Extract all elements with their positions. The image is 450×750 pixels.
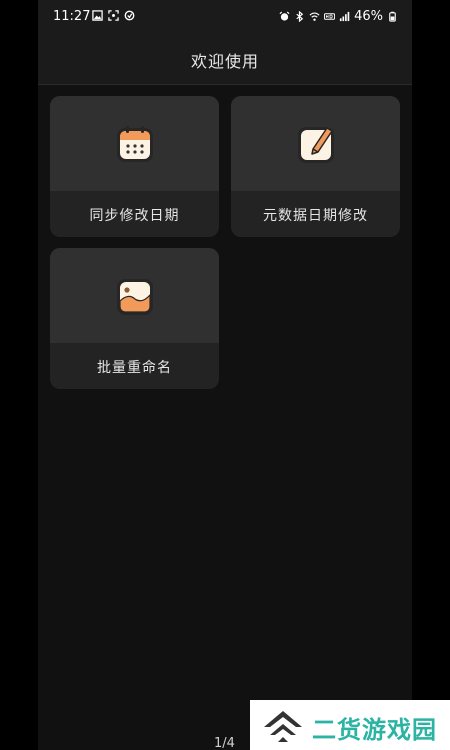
photo-icon bbox=[114, 275, 156, 317]
watermark-logo-icon bbox=[260, 705, 306, 745]
screenshot-icon bbox=[108, 10, 119, 21]
card-label: 元数据日期修改 bbox=[263, 208, 368, 224]
status-left-icons bbox=[92, 10, 135, 21]
page-indicator: 1/4 bbox=[214, 736, 235, 750]
status-bar: 11:27 46% bbox=[38, 0, 412, 34]
page-title: 欢迎使用 bbox=[190, 52, 259, 71]
app-bar: 欢迎使用 bbox=[38, 34, 412, 85]
vpn-icon bbox=[124, 10, 135, 21]
card-label: 同步修改日期 bbox=[89, 208, 180, 224]
signal-icon bbox=[339, 11, 350, 22]
status-right: 46% bbox=[279, 9, 398, 24]
watermark-text: 二货游戏园 bbox=[312, 716, 437, 744]
card-icon-area bbox=[50, 248, 219, 343]
image-icon bbox=[92, 10, 103, 21]
bluetooth-icon bbox=[294, 11, 305, 22]
metadata-date-modify-card[interactable]: 元数据日期修改 bbox=[231, 96, 400, 237]
hd-icon bbox=[324, 11, 336, 22]
alarm-icon bbox=[279, 11, 290, 22]
status-time: 11:27 bbox=[53, 9, 91, 24]
batch-rename-card[interactable]: 批量重命名 bbox=[50, 248, 219, 389]
card-icon-area bbox=[231, 96, 400, 191]
battery-icon bbox=[387, 11, 398, 22]
card-icon-area bbox=[50, 96, 219, 191]
sync-modify-date-card[interactable]: 同步修改日期 bbox=[50, 96, 219, 237]
calendar-icon bbox=[114, 123, 156, 165]
wifi-icon bbox=[309, 11, 320, 22]
edit-note-icon bbox=[295, 123, 337, 165]
watermark: 二货游戏园 bbox=[250, 700, 450, 750]
battery-percent: 46% bbox=[354, 9, 383, 24]
card-label: 批量重命名 bbox=[97, 360, 172, 376]
phone-screen: 11:27 46% 欢迎使用 同步修改日期 元数据日期修改 批量重命名 1/4 bbox=[38, 0, 412, 750]
